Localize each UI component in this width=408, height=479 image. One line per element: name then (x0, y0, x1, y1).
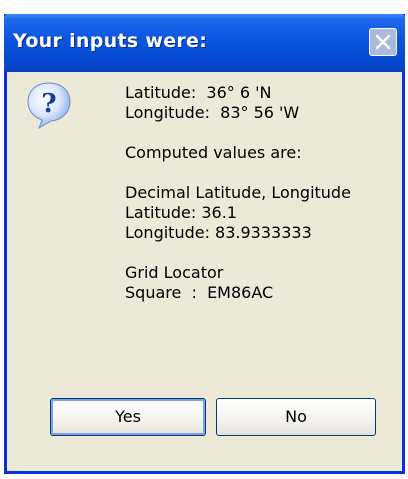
computed-heading: Computed values are: (125, 143, 302, 162)
grid-square-line: Square : EM86AC (125, 283, 274, 302)
latitude-decimal-line: Latitude: 36.1 (125, 203, 237, 222)
close-icon (375, 34, 391, 50)
question-icon: ? (24, 80, 74, 130)
close-button[interactable] (369, 28, 397, 56)
yes-button[interactable]: Yes (50, 398, 206, 436)
title-bar[interactable]: Your inputs were: (4, 14, 405, 72)
longitude-input-line: Longitude: 83° 56 'W (125, 103, 300, 122)
latitude-input-line: Latitude: 36° 6 'N (125, 83, 272, 102)
longitude-decimal-line: Longitude: 83.9333333 (125, 223, 312, 242)
grid-heading: Grid Locator (125, 263, 224, 282)
svg-text:?: ? (41, 89, 56, 119)
decimal-heading: Decimal Latitude, Longitude (125, 183, 351, 202)
no-button[interactable]: No (216, 398, 376, 436)
message-text: Latitude: 36° 6 'N Longitude: 83° 56 'W … (125, 83, 395, 303)
dialog-title: Your inputs were: (13, 30, 208, 52)
